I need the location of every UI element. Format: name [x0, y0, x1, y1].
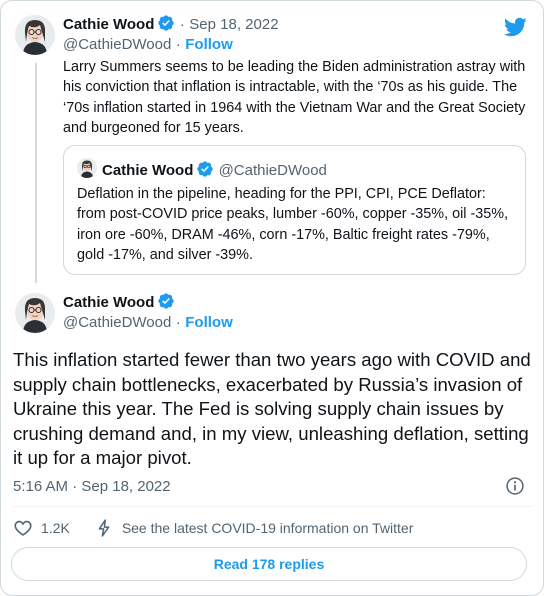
tweet1-handle-row: @CathieDWood · Follow	[63, 36, 233, 54]
read-replies-button[interactable]: Read 178 replies	[11, 547, 527, 581]
follow-button[interactable]: Follow	[185, 314, 233, 331]
author-avatar[interactable]	[15, 293, 55, 333]
tweet2-handle-row: @CathieDWood · Follow	[63, 314, 233, 332]
heart-icon	[14, 520, 32, 536]
covid-info-link[interactable]: See the latest COVID-19 information on T…	[94, 518, 414, 538]
verified-badge-icon	[197, 161, 214, 177]
handle-separator: ·	[175, 36, 181, 53]
avatar-portrait-icon	[77, 158, 97, 178]
like-count: 1.2K	[41, 520, 70, 536]
twitter-bird-icon[interactable]	[503, 15, 527, 39]
author-name[interactable]: Cathie Wood	[63, 16, 154, 33]
like-button[interactable]: 1.2K	[13, 518, 70, 538]
author-avatar[interactable]	[15, 15, 55, 55]
author-name[interactable]: Cathie Wood	[63, 294, 154, 311]
tweet1-header: Cathie Wood · Sep 18, 2022	[63, 14, 279, 34]
divider	[13, 506, 533, 507]
tweet2-text: This inflation started fewer than two ye…	[13, 349, 531, 469]
tweet2-header: Cathie Wood	[63, 292, 175, 312]
avatar-portrait-icon	[15, 15, 55, 55]
follow-button[interactable]: Follow	[185, 36, 233, 53]
quoted-header: Cathie Wood @CathieDWood	[102, 160, 327, 179]
quoted-author-name: Cathie Wood	[102, 162, 194, 179]
lightning-icon	[98, 519, 110, 537]
covid-info-text: See the latest COVID-19 information on T…	[121, 520, 414, 536]
author-handle[interactable]: @CathieDWood	[63, 314, 171, 331]
tweet-embed-card: Cathie Wood · Sep 18, 2022 @CathieDWood …	[0, 0, 544, 596]
quoted-author-handle: @CathieDWood	[218, 162, 327, 179]
verified-badge-icon	[158, 15, 175, 31]
thread-connector-line	[35, 63, 37, 283]
quoted-tweet-text: Deflation in the pipeline, heading for t…	[77, 186, 509, 264]
tweet-separator: ·	[179, 16, 185, 33]
author-handle[interactable]: @CathieDWood	[63, 36, 171, 53]
info-icon[interactable]	[505, 476, 525, 496]
handle-separator: ·	[175, 314, 181, 331]
avatar-portrait-icon	[15, 293, 55, 333]
quoted-tweet[interactable]: Cathie Wood @CathieDWood Deflation in th…	[63, 145, 526, 275]
tweet-date[interactable]: Sep 18, 2022	[189, 16, 278, 33]
tweet-timestamp[interactable]: 5:16 AM · Sep 18, 2022	[13, 478, 171, 495]
tweet-actions: 1.2K See the latest COVID-19 information…	[13, 516, 413, 540]
quoted-author-avatar	[77, 158, 97, 178]
verified-badge-icon	[158, 293, 175, 309]
tweet1-text: Larry Summers seems to be leading the Bi…	[63, 59, 526, 137]
